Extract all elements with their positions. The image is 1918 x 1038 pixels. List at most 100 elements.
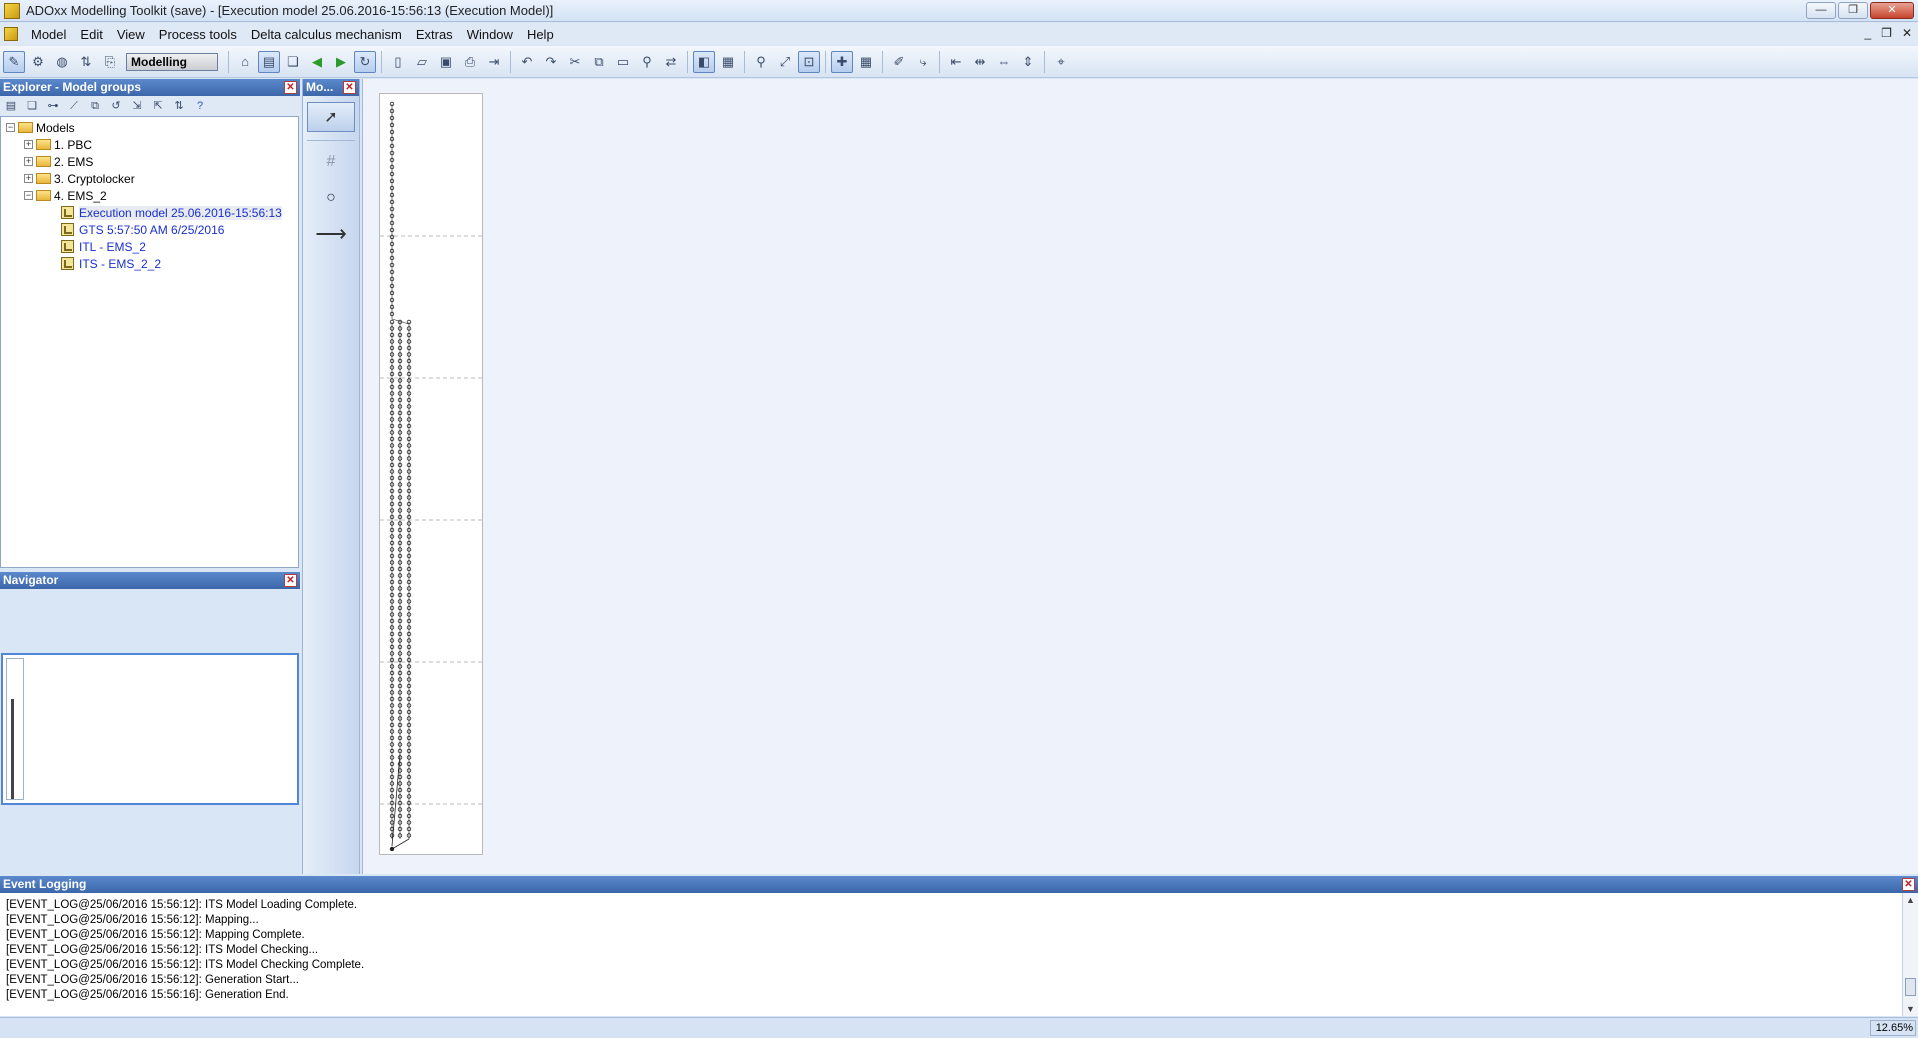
doc-minimize-button[interactable]: _ [1864, 26, 1871, 40]
align-center-icon[interactable]: ⇹ [969, 51, 991, 73]
scroll-down-icon[interactable]: ▼ [1903, 1002, 1918, 1016]
find-icon[interactable]: ⚲ [636, 51, 658, 73]
layout-icon[interactable]: ⌖ [1050, 51, 1072, 73]
explorer-close-icon[interactable]: ✕ [284, 81, 297, 94]
log-line: [EVENT_LOG@25/06/2016 15:56:12]: ITS Mod… [6, 899, 358, 911]
tree-group[interactable]: + 2. EMS [1, 153, 298, 170]
scroll-thumb[interactable] [1905, 978, 1916, 996]
home-icon[interactable]: ⌂ [234, 51, 256, 73]
collapse-icon[interactable]: − [24, 191, 33, 200]
undo-icon[interactable]: ↶ [516, 51, 538, 73]
open-model-icon[interactable]: ⧉ [86, 98, 104, 114]
model-groups-icon[interactable]: ▤ [2, 98, 20, 114]
export-icon[interactable]: ⇥ [483, 51, 505, 73]
modelling-mode-icon[interactable]: ✎ [3, 50, 25, 73]
sort-icon[interactable]: ⇅ [170, 98, 188, 114]
graphical-view-icon[interactable]: ◧ [693, 50, 715, 73]
doc-close-button[interactable]: ✕ [1902, 26, 1912, 40]
grid-icon[interactable]: ▦ [855, 51, 877, 73]
redo-icon[interactable]: ↷ [540, 51, 562, 73]
copy-icon[interactable]: ⧉ [588, 51, 610, 73]
doc-restore-button[interactable]: ❐ [1881, 26, 1892, 40]
print-icon[interactable]: ⎙ [459, 51, 481, 73]
reload-icon[interactable]: ↺ [107, 98, 125, 114]
menu-window[interactable]: Window [460, 27, 520, 42]
event-log-scrollbar[interactable]: ▲ ▼ [1902, 893, 1918, 1016]
model-canvas[interactable] [362, 79, 1918, 874]
align-left-icon[interactable]: ⇤ [945, 51, 967, 73]
explorer-toggle-icon[interactable]: ▤ [258, 50, 280, 73]
zoom-icon[interactable]: ⚲ [750, 51, 772, 73]
refresh-icon[interactable]: ↻ [354, 50, 376, 73]
menu-process-tools[interactable]: Process tools [152, 27, 244, 42]
tree-group[interactable]: + 1. PBC [1, 136, 298, 153]
tree-group[interactable]: + 3. Cryptolocker [1, 170, 298, 187]
maximize-button[interactable]: ❐ [1838, 2, 1868, 19]
distribute-vertical-icon[interactable]: ⇕ [1017, 51, 1039, 73]
replace-icon[interactable]: ⇄ [660, 51, 682, 73]
tree-root[interactable]: − Models [1, 119, 298, 136]
expand-icon[interactable]: + [24, 140, 33, 149]
zoom-fit-icon[interactable]: ⤢ [774, 51, 796, 73]
help-icon[interactable]: ? [191, 98, 209, 114]
highlight-icon[interactable]: ✐ [888, 51, 910, 73]
navigator-view[interactable] [1, 653, 299, 805]
cut-icon[interactable]: ✂ [564, 51, 586, 73]
expand-icon[interactable]: + [24, 157, 33, 166]
menu-view[interactable]: View [110, 27, 152, 42]
pointer-tool-icon[interactable]: ➚ [307, 102, 355, 132]
grid-snap-icon[interactable]: ✚ [831, 50, 853, 73]
menu-edit[interactable]: Edit [73, 27, 109, 42]
tree-model-item[interactable]: ITL - EMS_2 [1, 238, 298, 255]
zoom-page-icon[interactable]: ⊡ [798, 50, 820, 73]
tree-group-label: 4. EMS_2 [54, 188, 107, 203]
transition-arrow-tool-icon[interactable]: ⟶ [307, 219, 355, 249]
tree-model-label[interactable]: GTS 5:57:50 AM 6/25/2016 [79, 223, 224, 237]
menu-help[interactable]: Help [520, 27, 561, 42]
back-icon[interactable]: ◀ [306, 51, 328, 73]
tabular-view-icon[interactable]: ▦ [717, 51, 739, 73]
expand-icon[interactable]: + [24, 174, 33, 183]
close-button[interactable]: ✕ [1870, 2, 1914, 19]
windows-icon[interactable]: ❏ [282, 51, 304, 73]
scroll-up-icon[interactable]: ▲ [1903, 893, 1918, 907]
hierarchy-icon[interactable]: ⊶ [44, 98, 62, 114]
document-menu-icon[interactable] [4, 27, 18, 41]
tree-model-item[interactable]: Execution model 25.06.2016-15:56:13 [1, 204, 298, 221]
connector-route-icon[interactable]: ⤷ [912, 51, 934, 73]
tree-group[interactable]: − 4. EMS_2 [1, 187, 298, 204]
menu-extras[interactable]: Extras [409, 27, 460, 42]
expand-all-icon[interactable]: ⇲ [128, 98, 146, 114]
navigator-viewport[interactable] [6, 658, 24, 800]
tree-model-item[interactable]: ITS - EMS_2_2 [1, 255, 298, 272]
models-icon[interactable]: ❏ [23, 98, 41, 114]
tree-model-item[interactable]: GTS 5:57:50 AM 6/25/2016 [1, 221, 298, 238]
tree-model-label[interactable]: ITS - EMS_2_2 [79, 257, 161, 271]
menu-model[interactable]: Model [24, 27, 73, 42]
import-export-mode-icon[interactable]: ⎘ [99, 51, 121, 73]
palette-close-icon[interactable]: ✕ [343, 81, 356, 94]
window-title: ADOxx Modelling Toolkit (save) - [Execut… [26, 3, 554, 18]
model-page[interactable] [379, 93, 484, 855]
evaluation-mode-icon[interactable]: ⇅ [75, 51, 97, 73]
new-file-icon[interactable]: ▯ [387, 51, 409, 73]
open-folder-icon[interactable]: ▱ [411, 51, 433, 73]
save-icon[interactable]: ▣ [435, 51, 457, 73]
state-node-tool-icon[interactable]: ○ [307, 183, 355, 213]
tree-group-label: 3. Cryptolocker [54, 171, 135, 186]
navigator-close-icon[interactable]: ✕ [284, 574, 297, 587]
collapse-all-icon[interactable]: ⇱ [149, 98, 167, 114]
chart-icon[interactable]: ⟋ [65, 98, 83, 114]
paste-icon[interactable]: ▭ [612, 51, 634, 73]
event-log-close-icon[interactable]: ✕ [1902, 878, 1915, 891]
distribute-horizontal-icon[interactable]: ⇔ [993, 51, 1015, 73]
forward-icon[interactable]: ▶ [330, 51, 352, 73]
tree-model-label[interactable]: ITL - EMS_2 [79, 240, 146, 254]
minimize-button[interactable]: — [1806, 2, 1836, 19]
tree-model-label[interactable]: Execution model 25.06.2016-15:56:13 [79, 205, 282, 220]
analysis-mode-icon[interactable]: ⚙ [27, 51, 49, 73]
collapse-icon[interactable]: − [6, 123, 15, 132]
simulation-mode-icon[interactable]: ◍ [51, 51, 73, 73]
menu-delta-calculus[interactable]: Delta calculus mechanism [244, 27, 409, 42]
swimlane-tool-icon[interactable]: # [307, 147, 355, 177]
